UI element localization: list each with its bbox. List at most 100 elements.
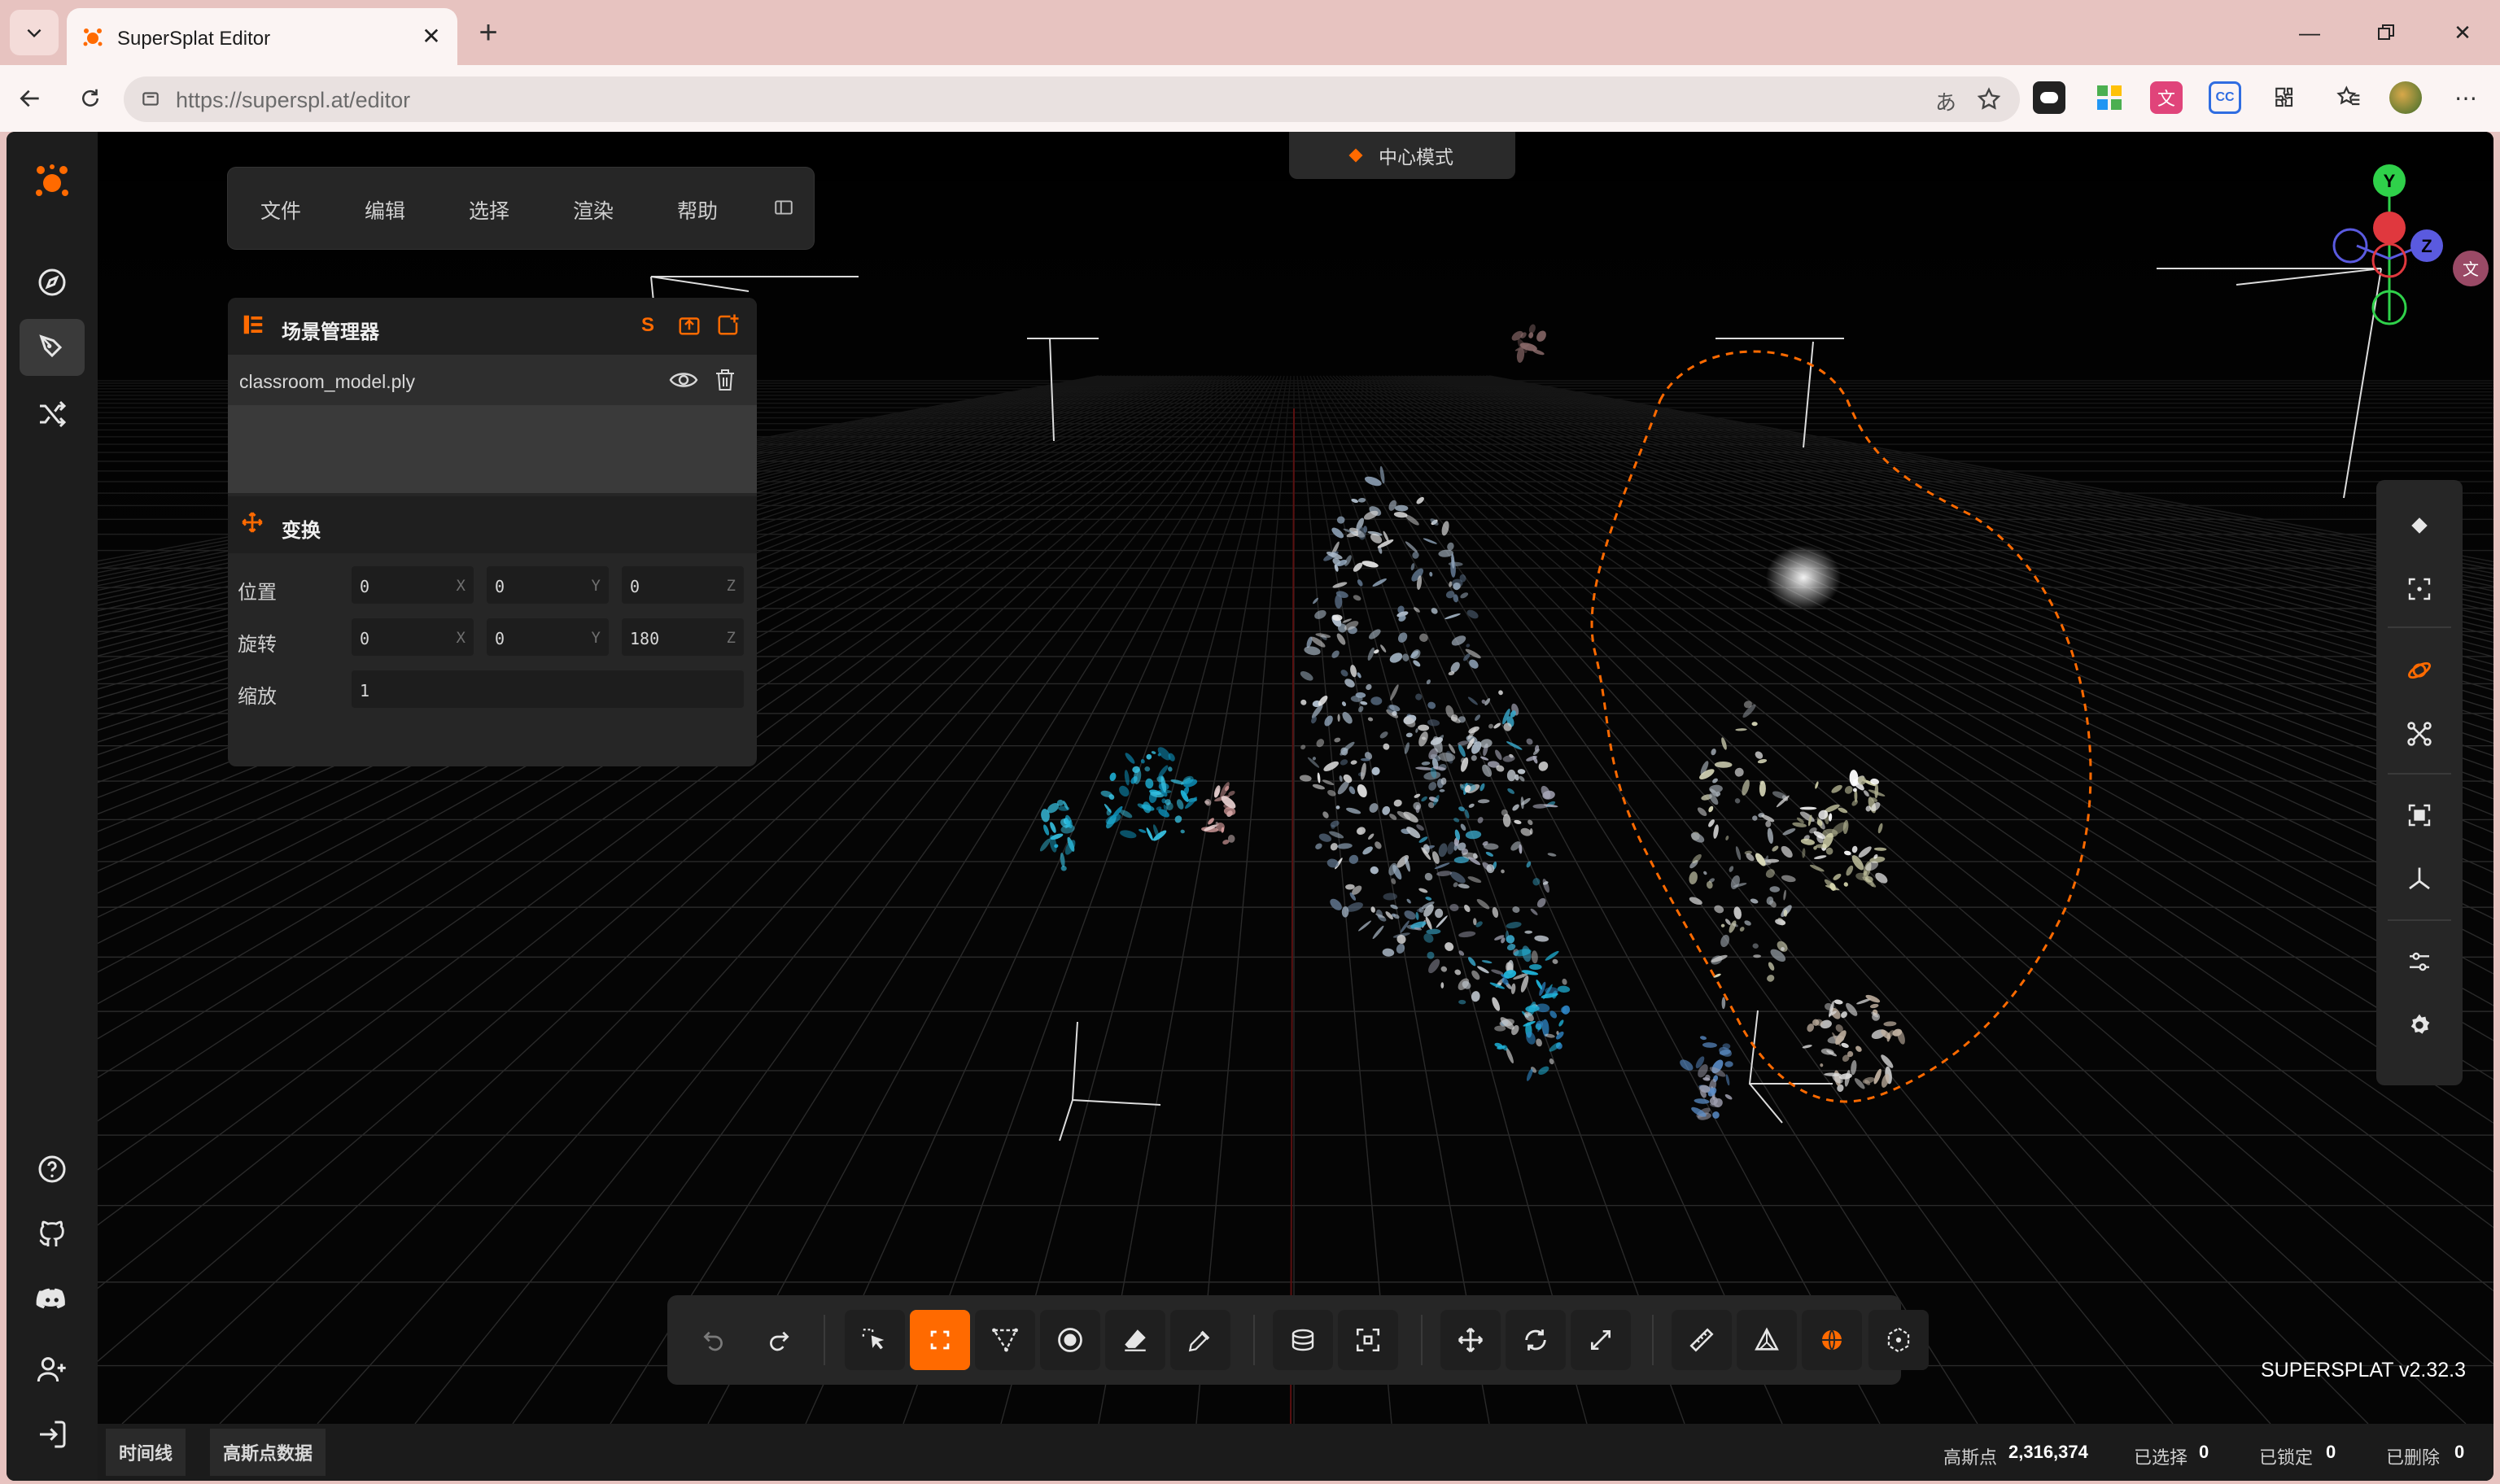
sidebar-navigate[interactable] — [20, 254, 85, 311]
splat-s-icon[interactable]: S — [641, 314, 654, 337]
position-x-input[interactable]: 0X — [352, 566, 474, 604]
minimize-button[interactable]: — — [2292, 16, 2327, 49]
extension-ghost-icon[interactable] — [2033, 81, 2065, 114]
bound-sphere-button[interactable] — [1868, 1310, 1929, 1370]
view-cube-gizmo[interactable]: Y Z 文 — [2295, 132, 2493, 335]
extensions-puzzle-icon[interactable] — [2267, 81, 2300, 114]
coordinate-space-button[interactable] — [1737, 1310, 1797, 1370]
position-z-input[interactable]: 0Z — [622, 566, 744, 604]
fly-camera-button[interactable] — [2395, 709, 2444, 758]
3d-viewport[interactable]: 中心模式 文件 编辑 选择 渲染 帮助 场景管理器 S classroom_mo… — [98, 132, 2493, 1424]
sidebar-shuffle[interactable] — [20, 386, 85, 443]
scale-tool-button[interactable] — [1571, 1310, 1631, 1370]
supersplat-logo[interactable] — [20, 153, 85, 210]
url-field[interactable]: https://superspl.at/editor あ — [124, 76, 2020, 122]
toggle-panel-icon[interactable] — [773, 197, 794, 218]
lasso-select-button[interactable] — [910, 1310, 970, 1370]
scene-list-empty-area — [228, 405, 757, 493]
world-space-button[interactable] — [1802, 1310, 1862, 1370]
menu-select[interactable]: 选择 — [469, 195, 509, 225]
rotation-label: 旋转 — [238, 634, 277, 656]
eraser-icon — [1125, 1329, 1146, 1351]
favorites-icon[interactable] — [2332, 81, 2365, 114]
position-label: 位置 — [238, 582, 277, 604]
selected-value: 0 — [2199, 1442, 2209, 1462]
rotation-x-value: 0 — [360, 629, 370, 648]
trash-icon[interactable] — [715, 368, 736, 392]
new-tab-button[interactable]: + — [470, 15, 506, 50]
rotation-z-input[interactable]: 180 Z — [622, 618, 744, 656]
back-button[interactable] — [11, 80, 49, 117]
import-icon[interactable] — [677, 312, 701, 337]
settings-button[interactable] — [2395, 1001, 2444, 1050]
profile-avatar[interactable] — [2389, 81, 2422, 114]
locked-label: 已锁定 — [2259, 1447, 2314, 1468]
restore-button[interactable] — [2368, 16, 2404, 49]
orbit-camera-button[interactable] — [2395, 646, 2444, 695]
sidebar-edit[interactable] — [20, 319, 85, 376]
redo-button[interactable] — [749, 1310, 809, 1370]
sidebar-sign-in[interactable] — [20, 1406, 85, 1463]
url-text: https://superspl.at/editor — [176, 88, 410, 113]
view-options-button[interactable] — [2395, 937, 2444, 986]
bottom-toolbar — [667, 1295, 1901, 1385]
rotation-x-input[interactable]: 0X — [352, 618, 474, 656]
tab-timeline[interactable]: 时间线 — [106, 1429, 186, 1476]
frame-selection-button[interactable] — [2395, 791, 2444, 840]
gizmo-z-negative[interactable] — [2332, 228, 2368, 264]
menu-render[interactable]: 渲染 — [573, 195, 614, 225]
reload-icon — [82, 89, 98, 107]
rotation-y-input[interactable]: 0Y — [487, 618, 609, 656]
eyedropper-button[interactable] — [1170, 1310, 1230, 1370]
sidebar-add-user[interactable] — [20, 1341, 85, 1398]
version-label: SUPERSPLAT v2.32.3 — [2261, 1359, 2466, 1381]
export-icon[interactable] — [716, 312, 741, 337]
sidebar-github[interactable] — [20, 1206, 85, 1263]
close-window-button[interactable]: ✕ — [2445, 16, 2480, 49]
scene-item[interactable]: classroom_model.ply — [228, 355, 757, 405]
eye-icon[interactable] — [669, 368, 698, 392]
picker-select-button[interactable] — [845, 1310, 905, 1370]
extension-grid-icon[interactable] — [2093, 81, 2126, 114]
menu-edit[interactable]: 编辑 — [365, 195, 405, 225]
sidebar-discord[interactable] — [20, 1271, 85, 1328]
browser-tab[interactable]: SuperSplat Editor ✕ — [67, 8, 457, 65]
extension-translate-icon[interactable]: 文 — [2150, 81, 2183, 114]
shuffle-icon — [40, 400, 67, 428]
gizmo-x-positive[interactable] — [2373, 212, 2406, 244]
scene-manager-title: 场景管理器 — [282, 321, 379, 343]
pivot-mode-pill[interactable]: 中心模式 — [1289, 132, 1515, 179]
translate-tool-button[interactable] — [1440, 1310, 1501, 1370]
menu-file[interactable]: 文件 — [260, 195, 301, 225]
measure-tool-button[interactable] — [1672, 1310, 1732, 1370]
focus-selection-button[interactable] — [2395, 565, 2444, 613]
box-select-button[interactable] — [1338, 1310, 1398, 1370]
brush-select-button[interactable] — [1040, 1310, 1100, 1370]
position-y-input[interactable]: 0Y — [487, 566, 609, 604]
lasso-select-icon — [930, 1330, 950, 1350]
undo-icon — [703, 1331, 723, 1351]
eraser-button[interactable] — [1105, 1310, 1165, 1370]
pivot-diamond-button[interactable] — [2395, 501, 2444, 550]
undo-button[interactable] — [684, 1310, 744, 1370]
sphere-select-button[interactable] — [1273, 1310, 1333, 1370]
tab-splat-data[interactable]: 高斯点数据 — [210, 1429, 326, 1476]
reload-button[interactable] — [72, 80, 109, 117]
github-icon — [39, 1220, 64, 1246]
tab-list-button[interactable] — [10, 10, 59, 55]
site-info-icon[interactable] — [140, 88, 161, 109]
rotate-tool-button[interactable] — [1506, 1310, 1566, 1370]
list-icon — [243, 315, 263, 334]
scale-input[interactable]: 1 — [352, 670, 744, 708]
browser-menu-icon[interactable]: ⋯ — [2450, 81, 2482, 114]
translate-icon[interactable]: あ — [1935, 86, 1956, 116]
axes-toggle-button[interactable] — [2395, 854, 2444, 903]
sidebar-help[interactable] — [20, 1141, 85, 1198]
url-path: /editor — [349, 88, 411, 112]
polygon-select-button[interactable] — [975, 1310, 1035, 1370]
menu-help[interactable]: 帮助 — [677, 195, 718, 225]
extension-cc-icon[interactable]: CC — [2209, 81, 2241, 114]
close-tab-icon[interactable]: ✕ — [417, 21, 446, 50]
star-icon[interactable] — [1976, 86, 2002, 112]
